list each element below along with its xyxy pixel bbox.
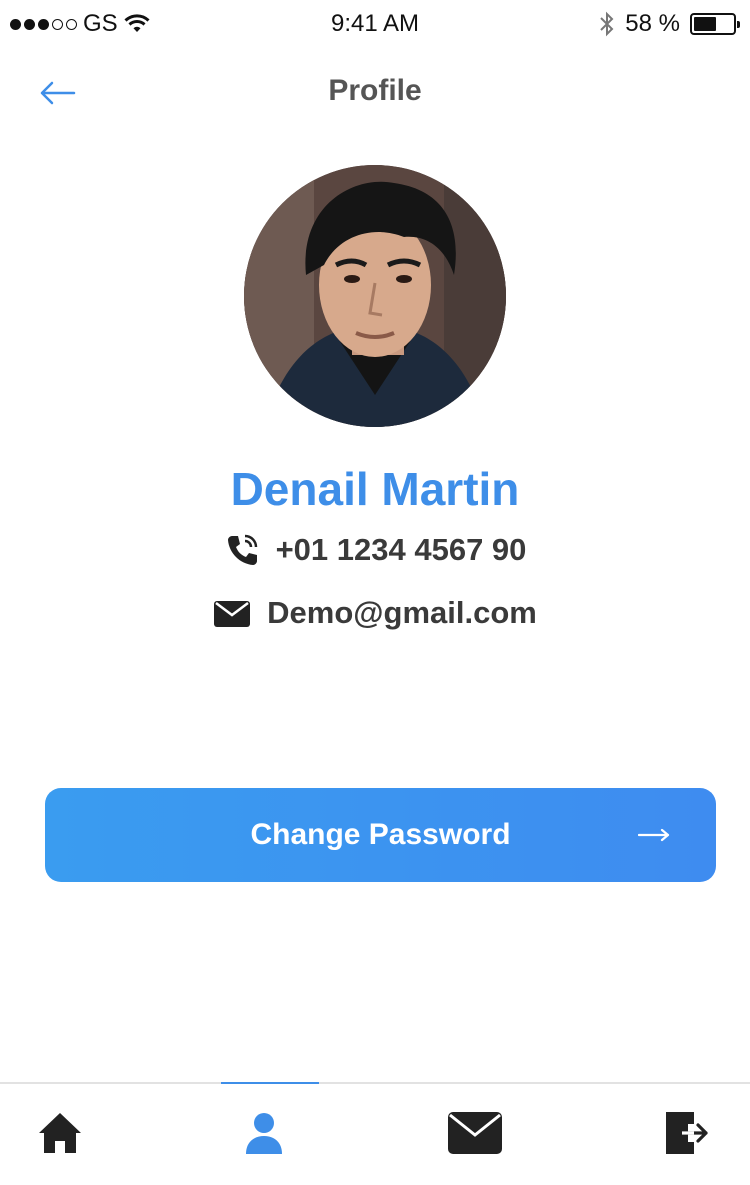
change-password-button[interactable]: Change Password bbox=[45, 788, 716, 882]
email-row: Demo@gmail.com bbox=[0, 595, 750, 631]
avatar bbox=[244, 165, 506, 427]
profile-screen: GS 9:41 AM 58 % Profile Denail Martin +0… bbox=[0, 0, 750, 1185]
status-bar: GS 9:41 AM 58 % bbox=[0, 0, 750, 48]
page-title: Profile bbox=[328, 74, 422, 107]
avatar-photo bbox=[244, 165, 506, 427]
tab-bar bbox=[0, 1082, 750, 1185]
tab-messages[interactable] bbox=[440, 1108, 510, 1158]
phone-row: +01 1234 4567 90 bbox=[0, 532, 750, 568]
phone-icon bbox=[227, 534, 257, 565]
arrow-right-icon bbox=[638, 828, 670, 842]
mail-icon bbox=[448, 1112, 502, 1154]
tab-logout[interactable] bbox=[652, 1108, 722, 1158]
battery-percent: 58 % bbox=[625, 10, 680, 37]
email-address: Demo@gmail.com bbox=[267, 595, 537, 630]
phone-number: +01 1234 4567 90 bbox=[275, 532, 527, 567]
tab-profile[interactable] bbox=[229, 1108, 299, 1158]
logout-icon bbox=[666, 1112, 708, 1154]
envelope-icon bbox=[214, 601, 251, 627]
tab-home[interactable] bbox=[25, 1108, 95, 1158]
user-icon bbox=[246, 1113, 282, 1154]
bluetooth-icon bbox=[600, 11, 614, 37]
status-right: 58 % bbox=[599, 10, 740, 38]
change-password-label: Change Password bbox=[250, 818, 511, 851]
profile-name: Denail Martin bbox=[230, 463, 520, 515]
battery-level bbox=[694, 17, 716, 31]
header: Profile bbox=[0, 60, 750, 124]
home-icon bbox=[39, 1113, 81, 1153]
battery-icon bbox=[690, 13, 740, 35]
active-tab-indicator bbox=[221, 1082, 319, 1084]
